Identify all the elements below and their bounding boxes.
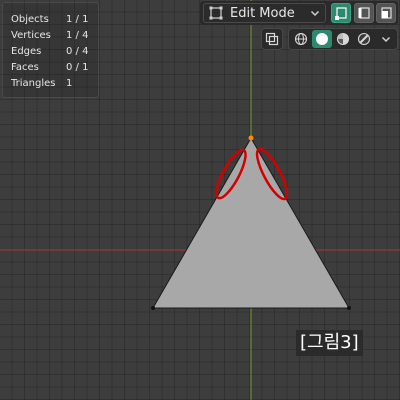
vertex-bottom-left[interactable] [151, 306, 155, 310]
chevron-down-icon [380, 33, 392, 45]
shading-mode-group [288, 28, 398, 50]
stat-row-edges: Edges 0 / 4 [11, 44, 98, 60]
solid-shading-button[interactable] [312, 30, 332, 48]
stat-row-objects: Objects 1 / 1 [11, 12, 98, 28]
wireframe-shading-button[interactable] [291, 30, 311, 48]
face-select-button[interactable] [376, 3, 396, 23]
material-preview-shading-button[interactable] [333, 30, 353, 48]
stat-value: 0 / 1 [66, 62, 89, 73]
stat-label: Triangles [11, 78, 56, 89]
stat-label: Edges [11, 46, 42, 57]
stat-label: Faces [11, 62, 39, 73]
material-sphere-icon [336, 32, 350, 46]
stat-value: 0 / 4 [66, 46, 89, 57]
vertex-bottom-right[interactable] [347, 306, 351, 310]
figure-caption: [그림3] [296, 330, 363, 356]
mode-label: Edit Mode [230, 5, 295, 21]
shading-options-dropdown[interactable] [376, 30, 396, 48]
stat-row-vertices: Vertices 1 / 4 [11, 28, 98, 44]
stat-row-faces: Faces 0 / 1 [11, 60, 98, 76]
edit-mode-icon [208, 5, 224, 21]
triangle-face[interactable] [153, 138, 349, 308]
rendered-sphere-icon [357, 32, 371, 46]
vertex-top-selected[interactable] [248, 135, 254, 141]
chevron-down-icon [309, 7, 321, 19]
face-select-icon [379, 6, 393, 20]
rendered-shading-button[interactable] [354, 30, 374, 48]
stat-row-triangles: Triangles 1 [11, 76, 98, 92]
mode-selector[interactable]: Edit Mode [203, 3, 326, 23]
scene-statistics-overlay: Objects 1 / 1 Vertices 1 / 4 Edges 0 / 4 Fa… [2, 2, 99, 98]
stat-value: 1 / 1 [66, 14, 89, 25]
stat-label: Vertices [11, 30, 51, 41]
edge-select-button[interactable] [354, 3, 374, 23]
stat-value: 1 / 4 [66, 30, 89, 41]
vertex-select-button[interactable] [331, 3, 351, 23]
xray-icon [265, 32, 279, 46]
vertex-select-icon [334, 6, 348, 20]
xray-toggle-button[interactable] [261, 28, 283, 50]
stat-value: 1 [66, 78, 73, 89]
wireframe-sphere-icon [294, 32, 308, 46]
stat-label: Objects [11, 14, 49, 25]
solid-sphere-icon [315, 32, 329, 46]
edge-select-icon [357, 6, 371, 20]
